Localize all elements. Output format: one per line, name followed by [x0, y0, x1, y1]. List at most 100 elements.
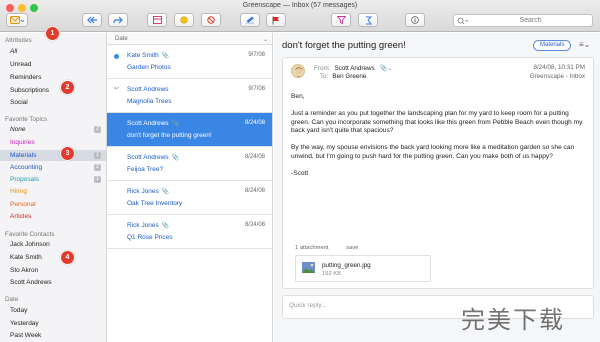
sidebar-item-proposals[interactable]: Proposals 1	[0, 174, 106, 185]
archive-button[interactable]	[147, 13, 167, 27]
search-input[interactable]	[469, 17, 592, 24]
sidebar-item-personal[interactable]: Personal	[0, 199, 106, 210]
sidebar-item-reminders[interactable]: Reminders	[0, 72, 106, 83]
sidebar-item-unread[interactable]: Unread	[0, 59, 106, 70]
sidebar-item-inquiries[interactable]: Inquiries	[0, 137, 106, 148]
paperclip-icon: 📎	[161, 189, 170, 195]
sidebar-item-materials[interactable]: Materials 1	[0, 150, 106, 161]
reading-pane: don't forget the putting green! Material…	[274, 33, 600, 342]
avatar	[291, 64, 305, 78]
paperclip-icon: 📎	[171, 121, 180, 127]
search-field[interactable]	[453, 14, 593, 27]
message-subject: Garden Photos	[127, 64, 171, 71]
contacts-header: Favorite Contacts	[5, 231, 55, 238]
topic-tag[interactable]: Materials	[533, 40, 572, 51]
paperclip-icon: 📎	[171, 155, 180, 161]
attachment-name: putting_green.jpg	[322, 262, 371, 269]
sidebar-item-hiring[interactable]: Hiring	[0, 186, 106, 197]
save-attachment-link[interactable]: save	[346, 245, 358, 251]
flag-button[interactable]	[266, 13, 286, 27]
message-subject: don't forget the putting green!	[127, 132, 212, 139]
block-icon	[207, 16, 215, 24]
paperclip-icon: 📎⌄	[379, 65, 393, 72]
message-card: From: Scott Andrews 📎⌄ To: Ben Greene 8/24…	[282, 57, 594, 289]
sidebar-item-social[interactable]: Social	[0, 97, 106, 108]
rules-button[interactable]	[358, 13, 378, 27]
message-body: Ben, Just a reminder as you put together…	[291, 93, 587, 187]
sidebar-item-all[interactable]: All	[0, 46, 106, 57]
sidebar-item-past-week[interactable]: Past Week	[0, 330, 106, 341]
message-subject: Magnolia Trees	[127, 98, 172, 105]
window-title: Greenscape — Inbox (57 messages)	[242, 2, 358, 9]
attachment-size: 192 KB	[322, 271, 342, 277]
filter-button[interactable]	[331, 13, 351, 27]
edit-button[interactable]	[240, 13, 260, 27]
reply-all-button[interactable]	[82, 13, 102, 27]
message-sender: Scott Andrews 📎	[127, 154, 180, 161]
sidebar-item-scott-andrews[interactable]: Scott Andrews	[0, 277, 106, 288]
callout-badge: 1	[45, 26, 60, 41]
forward-icon	[113, 16, 123, 24]
sort-header[interactable]: Date ⌄	[107, 33, 272, 45]
message-subject: Oak Tree Inventory	[127, 200, 183, 207]
message-date: 9/7/08	[248, 52, 265, 58]
attachment-item[interactable]: putting_green.jpg 192 KB	[295, 255, 431, 282]
body-paragraph: -Scott	[291, 169, 309, 177]
sidebar-item-jack-johnson[interactable]: Jack Johnson	[0, 239, 106, 250]
sidebar-item-articles[interactable]: Articles	[0, 211, 106, 222]
message-date: 8/24/08	[244, 120, 265, 126]
body-paragraph: Ben,	[291, 93, 305, 100]
paperclip-icon: 📎	[161, 223, 170, 229]
sort-label: Date	[115, 36, 128, 42]
message-list: Date ⌄ Kate Smith 📎 9/7/08 Garden Photos …	[107, 33, 273, 342]
message-row[interactable]: ↩ Scott Andrews 9/7/08 Magnolia Trees	[107, 79, 272, 113]
info-button[interactable]	[405, 13, 425, 27]
sidebar-item-yesterday[interactable]: Yesterday	[0, 318, 106, 329]
count-badge: 1	[93, 152, 101, 159]
message-subject: Feijoa Tree?	[127, 166, 164, 173]
sidebar-item-accounting[interactable]: Accounting 2	[0, 162, 106, 173]
snooze-icon	[180, 16, 188, 24]
body-paragraph: Just a reminder as you put together the …	[291, 109, 583, 135]
message-datetime: 8/24/08, 10:31 PM	[533, 64, 585, 71]
message-row[interactable]: Kate Smith 📎 9/7/08 Garden Photos	[107, 45, 272, 79]
message-sender: Kate Smith 📎	[127, 52, 170, 59]
archive-icon	[152, 16, 162, 24]
sidebar-item-sto-akron[interactable]: Sto Akron	[0, 265, 106, 276]
info-icon	[411, 16, 419, 24]
message-sender: Scott Andrews 📎	[127, 120, 180, 127]
sidebar: Attributes All Unread Reminders Subscrip…	[0, 33, 107, 342]
sidebar-item-none[interactable]: None 2	[0, 124, 106, 135]
message-sender: Scott Andrews	[127, 86, 169, 93]
forward-button[interactable]	[108, 13, 128, 27]
message-row[interactable]: Scott Andrews 📎 8/24/08 Feijoa Tree?	[107, 147, 272, 181]
edit-icon	[246, 16, 254, 24]
message-row[interactable]: Rick Jones 📎 8/24/08 Oak Tree Inventory	[107, 181, 272, 215]
snooze-button[interactable]	[174, 13, 194, 27]
count-badge: 2	[93, 126, 101, 133]
sidebar-item-kate-smith[interactable]: Kate Smith	[0, 252, 106, 263]
message-row-selected[interactable]: Scott Andrews 📎 8/24/08 don't forget the …	[107, 113, 272, 147]
message-sender: Rick Jones 📎	[127, 188, 170, 195]
block-button[interactable]	[201, 13, 221, 27]
compose-icon	[10, 15, 24, 24]
attributes-header: Attributes	[5, 37, 32, 44]
count-badge: 1	[93, 176, 101, 183]
watermark: 完美下载	[461, 306, 565, 334]
message-date: 9/7/08	[248, 86, 265, 92]
compose-button[interactable]	[6, 13, 28, 27]
paperclip-icon: 📎	[161, 53, 170, 59]
callout-badge: 3	[60, 146, 75, 161]
from-name[interactable]: Scott Andrews	[334, 65, 374, 72]
callout-badge: 4	[60, 250, 75, 265]
message-row[interactable]: Rick Jones 📎 8/24/08 Q1 Rose Prices	[107, 215, 272, 249]
to-line: To: Ben Greene	[320, 73, 367, 80]
toolbar: Greenscape — Inbox (57 messages)	[0, 0, 600, 32]
to-name[interactable]: Ben Greene	[332, 73, 366, 80]
count-badge: 2	[93, 164, 101, 171]
reply-all-icon	[86, 16, 97, 24]
sidebar-item-subscriptions[interactable]: Subscriptions	[0, 85, 106, 96]
replied-icon: ↩	[114, 86, 120, 92]
more-menu-icon[interactable]: ≡⌄	[579, 40, 590, 49]
sidebar-item-today[interactable]: Today	[0, 305, 106, 316]
